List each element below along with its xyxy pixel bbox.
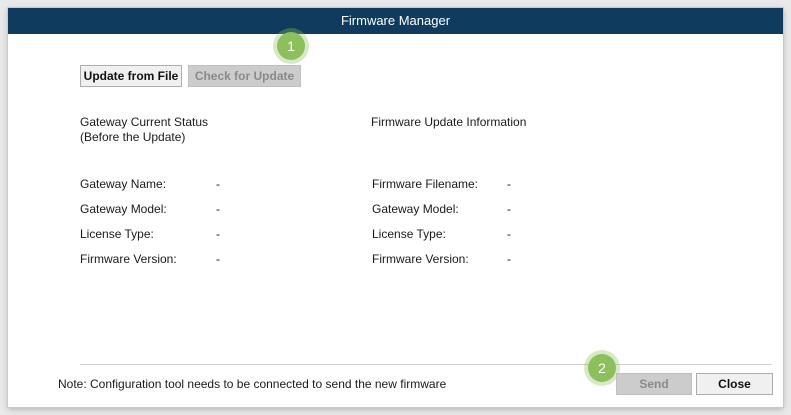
callout-marker-1: 1	[277, 32, 305, 60]
window-titlebar[interactable]: Firmware Manager	[8, 8, 783, 34]
update-firmware-version-value: -	[507, 252, 511, 266]
current-status-title-line1: Gateway Current Status	[80, 115, 209, 129]
callout-marker-2: 2	[588, 354, 616, 382]
connection-note: Note: Configuration tool needs to be con…	[58, 377, 447, 391]
update-from-file-button[interactable]: Update from File	[80, 65, 182, 87]
current-gateway-name-value: -	[216, 177, 220, 191]
footer-divider	[80, 364, 772, 365]
update-firmware-filename-value: -	[507, 177, 511, 191]
close-button[interactable]: Close	[696, 373, 773, 395]
current-firmware-version-label: Firmware Version:	[80, 252, 177, 266]
current-gateway-model-label: Gateway Model:	[80, 202, 167, 216]
update-firmware-filename-label: Firmware Filename:	[372, 177, 479, 191]
current-status-title-line2: (Before the Update)	[80, 130, 186, 144]
update-firmware-version-label: Firmware Version:	[372, 252, 469, 266]
current-license-type-value: -	[216, 227, 220, 241]
update-gateway-model-value: -	[507, 202, 511, 216]
current-license-type-label: License Type:	[80, 227, 154, 241]
update-info-title: Firmware Update Information	[371, 115, 527, 129]
update-license-type-value: -	[507, 227, 511, 241]
firmware-manager-window: Firmware Manager Update from File Check …	[8, 8, 783, 407]
current-gateway-model-value: -	[216, 202, 220, 216]
update-license-type-label: License Type:	[372, 227, 446, 241]
send-button[interactable]: Send	[616, 373, 692, 395]
current-firmware-version-value: -	[216, 252, 220, 266]
current-gateway-name-label: Gateway Name:	[80, 177, 167, 191]
window-title: Firmware Manager	[340, 13, 451, 28]
update-gateway-model-label: Gateway Model:	[372, 202, 459, 216]
current-status-title: Gateway Current Status (Before the Updat…	[80, 115, 208, 145]
check-for-update-button[interactable]: Check for Update	[188, 65, 301, 87]
